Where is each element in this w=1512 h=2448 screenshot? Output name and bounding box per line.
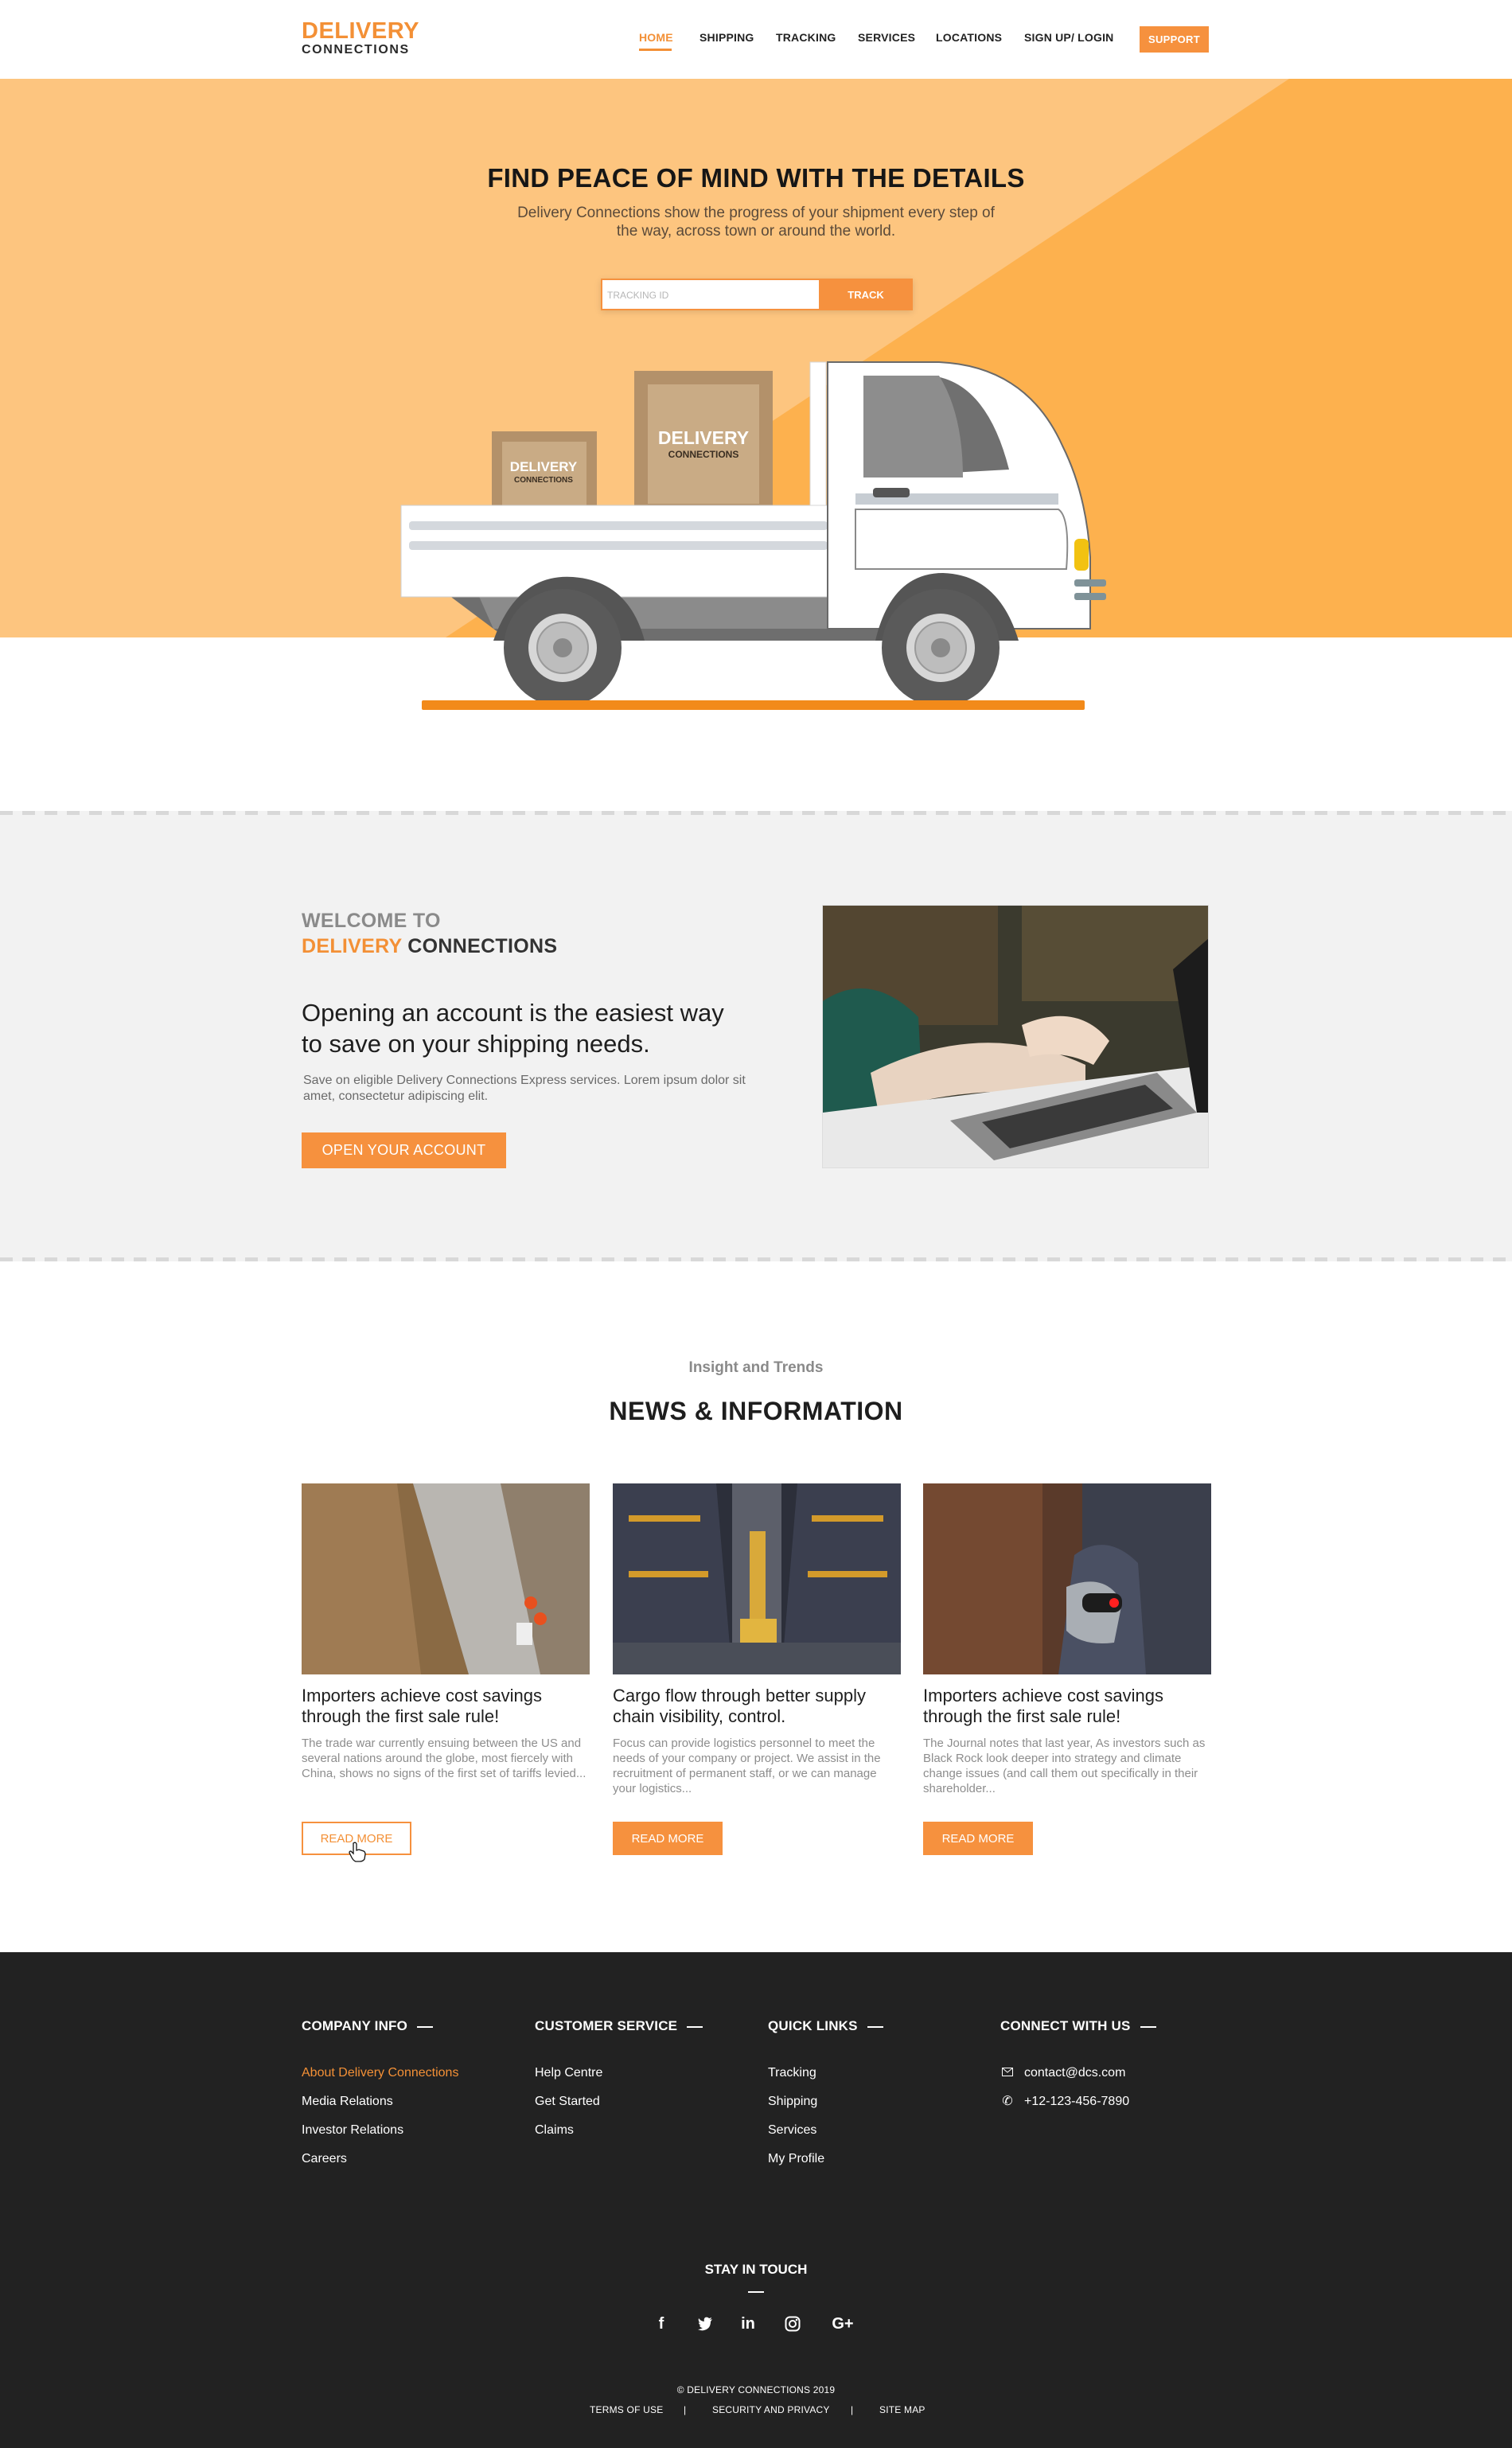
footer-company-info: COMPANY INFO About Delivery Connections … — [302, 2018, 458, 2181]
footer-email[interactable]: contact@dcs.com — [1000, 2066, 1156, 2080]
footer-terms-link[interactable]: TERMS OF USE — [590, 2404, 663, 2415]
facebook-icon[interactable]: f — [650, 2313, 672, 2335]
footer-link-get-started[interactable]: Get Started — [535, 2095, 703, 2109]
footer-heading: CUSTOMER SERVICE — [535, 2018, 703, 2034]
footer-link-investor[interactable]: Investor Relations — [302, 2123, 458, 2138]
footer-heading: CONNECT WITH US — [1000, 2018, 1156, 2034]
warehouse-aisle-photo[interactable] — [302, 1483, 590, 1674]
copyright: © DELIVERY CONNECTIONS 2019 — [676, 2384, 836, 2395]
read-more-button[interactable]: READ MORE — [613, 1822, 723, 1855]
welcome-headline: Opening an account is the easiest way to… — [302, 999, 724, 1058]
news-card-excerpt: Focus can provide logistics personnel to… — [613, 1737, 881, 1795]
google-plus-icon[interactable]: G+ — [830, 2313, 855, 2335]
footer-link-shipping[interactable]: Shipping — [768, 2095, 883, 2109]
front-wheel — [882, 589, 1000, 707]
forklift-warehouse-photo[interactable] — [613, 1483, 901, 1674]
stay-in-touch-underline — [748, 2291, 764, 2293]
welcome-section: WELCOME TO DELIVERY CONNECTIONS Opening … — [0, 811, 1512, 1261]
cargo-box-large: DELIVERY CONNECTIONS — [634, 371, 773, 508]
footer-link-help-centre[interactable]: Help Centre — [535, 2066, 703, 2080]
hand-cursor-icon — [349, 1842, 366, 1862]
footer-link-about[interactable]: About Delivery Connections — [302, 2066, 458, 2080]
box-small-label-1: DELIVERY — [510, 459, 578, 474]
twitter-icon[interactable] — [694, 2313, 716, 2335]
phone-icon: ✆ — [1002, 2095, 1013, 2108]
instagram-icon[interactable] — [781, 2313, 804, 2335]
welcome-title-line1: WELCOME TO — [302, 910, 441, 932]
box-small-label-2: CONNECTIONS — [514, 476, 573, 485]
footer-sitemap-link[interactable]: SITE MAP — [879, 2404, 926, 2415]
footer-link-claims[interactable]: Claims — [535, 2123, 703, 2138]
welcome-title-accent: DELIVERY — [302, 935, 403, 957]
open-account-button[interactable]: OPEN YOUR ACCOUNT — [302, 1132, 506, 1168]
dashed-divider-top — [0, 811, 1512, 815]
box-large-label-1: DELIVERY — [658, 427, 749, 448]
welcome-body: Save on eligible Delivery Connections Ex… — [303, 1074, 746, 1103]
news-card-excerpt: The Journal notes that last year, As inv… — [923, 1737, 1206, 1795]
footer-link-my-profile[interactable]: My Profile — [768, 2152, 883, 2166]
linkedin-icon[interactable]: in — [737, 2313, 759, 2335]
welcome-title-line2: DELIVERY CONNECTIONS — [302, 935, 557, 958]
news-title: NEWS & INFORMATION — [609, 1397, 903, 1425]
news-card-title[interactable]: Importers achieve cost savings through t… — [923, 1686, 1211, 1727]
footer-link-media[interactable]: Media Relations — [302, 2095, 458, 2109]
footer-heading: QUICK LINKS — [768, 2018, 883, 2034]
footer-separator: | — [851, 2404, 854, 2415]
read-more-button[interactable]: READ MORE — [923, 1822, 1033, 1855]
footer-quick-links: QUICK LINKS Tracking Shipping Services M… — [768, 2018, 883, 2181]
news-card-title[interactable]: Cargo flow through better supply chain v… — [613, 1686, 901, 1727]
barcode-scanner-photo[interactable] — [923, 1483, 1211, 1674]
welcome-title-rest: CONNECTIONS — [402, 935, 558, 957]
footer-phone[interactable]: ✆ +12-123-456-7890 — [1000, 2095, 1156, 2109]
stay-in-touch-heading: STAY IN TOUCH — [704, 2262, 808, 2277]
site-footer: COMPANY INFO About Delivery Connections … — [0, 1952, 1512, 2448]
footer-link-careers[interactable]: Careers — [302, 2152, 458, 2166]
footer-heading: COMPANY INFO — [302, 2018, 458, 2034]
news-card-title[interactable]: Importers achieve cost savings through t… — [302, 1686, 590, 1727]
envelope-icon — [1000, 2066, 1015, 2080]
footer-link-tracking[interactable]: Tracking — [768, 2066, 883, 2080]
cargo-box-small: DELIVERY CONNECTIONS — [492, 431, 597, 508]
dashed-divider-bottom — [0, 1257, 1512, 1261]
rear-wheel — [504, 589, 622, 707]
ground-line — [422, 700, 1085, 710]
box-large-label-2: CONNECTIONS — [668, 449, 739, 460]
footer-link-services[interactable]: Services — [768, 2123, 883, 2138]
footer-connect: CONNECT WITH US contact@dcs.com ✆ +12-123… — [1000, 2018, 1156, 2123]
footer-security-link[interactable]: SECURITY AND PRIVACY — [712, 2404, 830, 2415]
laptop-typing-photo — [822, 905, 1209, 1168]
news-kicker: Insight and Trends — [688, 1359, 824, 1376]
footer-separator: | — [684, 2404, 687, 2415]
delivery-truck-illustration: DELIVERY CONNECTIONS DELIVERY CONNECTION… — [400, 361, 1106, 707]
news-card-excerpt: The trade war currently ensuing between … — [302, 1737, 586, 1780]
footer-customer-service: CUSTOMER SERVICE Help Centre Get Started… — [535, 2018, 703, 2152]
